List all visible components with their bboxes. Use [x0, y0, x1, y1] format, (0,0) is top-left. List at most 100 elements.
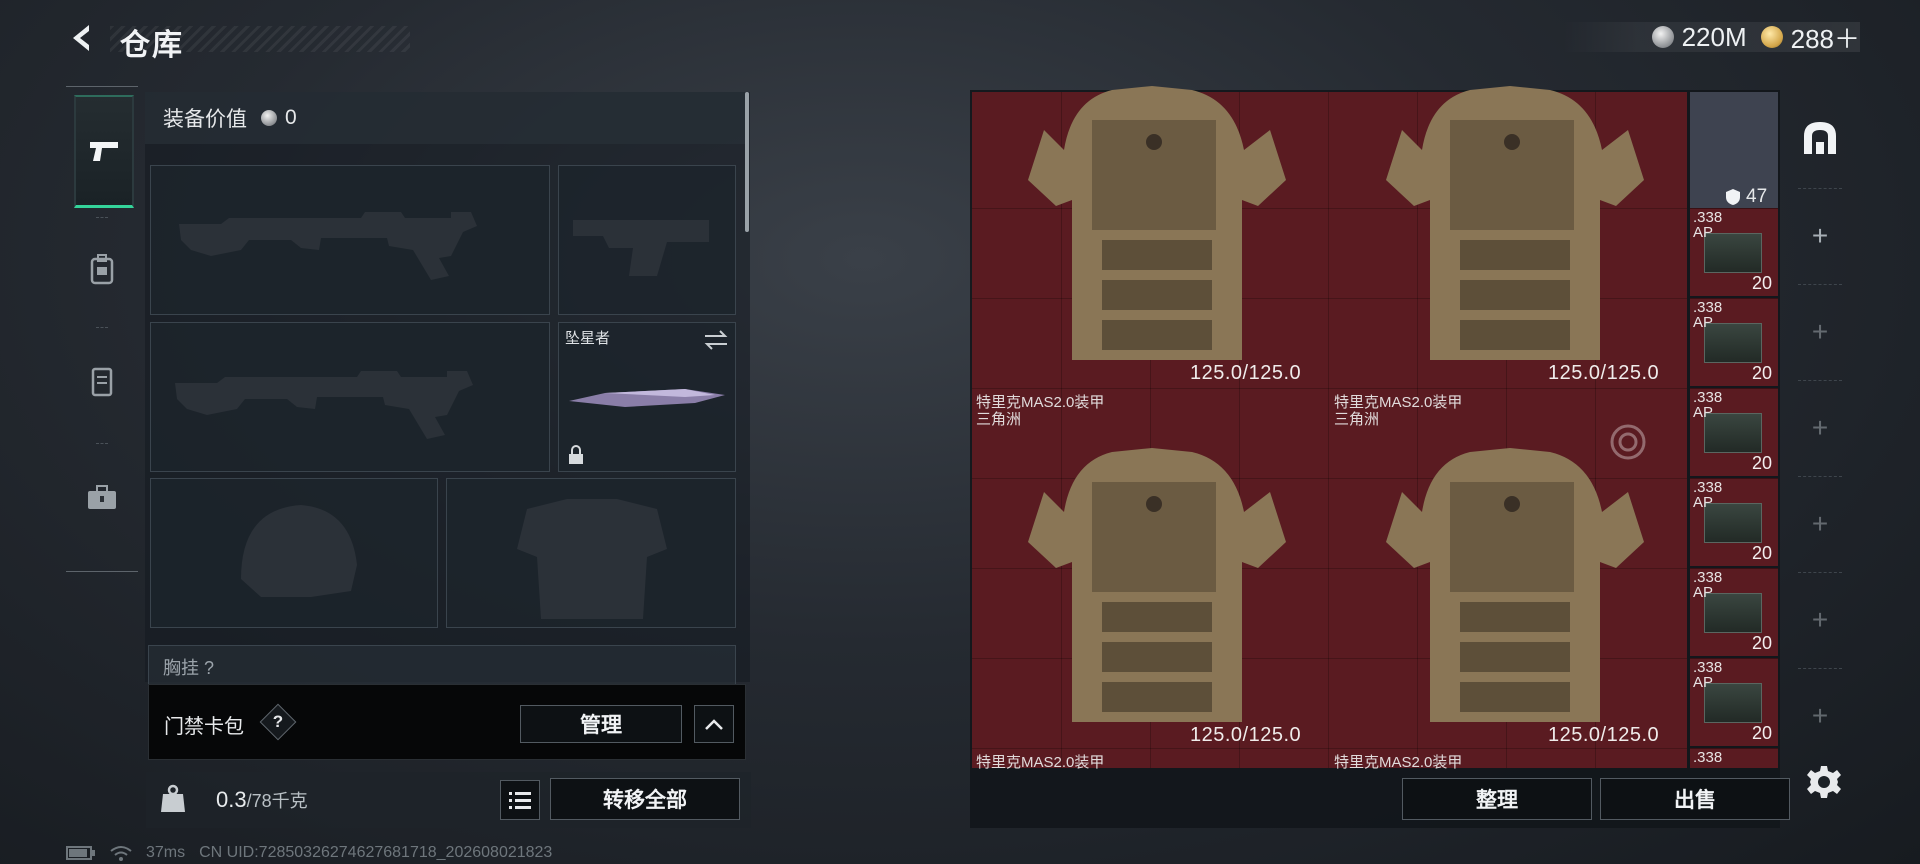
- currency-gold-value: 288＋: [1790, 23, 1860, 54]
- primary-weapon-slot-2[interactable]: [150, 322, 550, 472]
- armor-durability: 125.0/125.0: [1548, 362, 1660, 384]
- ammo-item[interactable]: .338 AP 20: [1690, 388, 1778, 476]
- chevron-up-icon: [705, 719, 723, 730]
- chest-rig-slot[interactable]: 胸挂 ?: [148, 645, 736, 685]
- rifle-silhouette-icon: [175, 371, 473, 439]
- ammo-item[interactable]: .338 AP 20: [1690, 658, 1778, 746]
- sell-button[interactable]: 出售: [1600, 778, 1790, 820]
- silver-coin-icon: [261, 110, 277, 126]
- sort-button[interactable]: 整理: [1402, 778, 1592, 820]
- currency-gold[interactable]: 288＋: [1760, 19, 1860, 56]
- equipment-value: 0: [285, 106, 297, 129]
- backpack-icon: [90, 254, 114, 285]
- add-storage-button[interactable]: +: [1802, 506, 1838, 542]
- add-storage-button[interactable]: +: [1802, 410, 1838, 446]
- armor-item[interactable]: [1330, 30, 1690, 390]
- vest-icon: [91, 367, 113, 397]
- vest-silhouette-icon: [517, 499, 667, 619]
- gold-coin-icon: [1760, 26, 1783, 48]
- rifle-silhouette-icon: [179, 212, 477, 280]
- sidearm-slot[interactable]: [558, 165, 736, 315]
- swap-icon[interactable]: [703, 329, 729, 351]
- ammo-name: .338 AP: [1693, 479, 1723, 511]
- add-storage-button[interactable]: +: [1802, 218, 1838, 254]
- ammo-count: 20: [1751, 363, 1772, 383]
- gear-icon[interactable]: [1806, 764, 1842, 800]
- storage-arch-icon[interactable]: [1800, 118, 1840, 158]
- knife-icon: [569, 389, 725, 407]
- weight-current: 0.3: [216, 787, 247, 812]
- ping-value: 37ms: [146, 844, 186, 861]
- target-marker-icon: [1610, 424, 1646, 460]
- armor-item[interactable]: [972, 392, 1332, 752]
- body-armor-icon: [1028, 86, 1286, 360]
- armor-title: 特里克MAS2.0装甲: [976, 394, 1105, 411]
- ammo-item[interactable]: .338 AP 20: [1690, 478, 1778, 566]
- add-storage-button[interactable]: +: [1802, 314, 1838, 350]
- battery-icon: [66, 846, 95, 860]
- helmet-slot[interactable]: [150, 478, 438, 628]
- add-storage-button[interactable]: +: [1802, 602, 1838, 638]
- wifi-icon: [110, 846, 132, 861]
- equipment-value-header: 装备价值 0: [145, 92, 745, 144]
- tab-weapons[interactable]: [74, 95, 134, 208]
- melee-slot[interactable]: 坠星者: [558, 322, 736, 472]
- storage-sidebar: + + + + + +: [1790, 92, 1850, 768]
- armor-durability: 125.0/125.0: [1548, 724, 1660, 746]
- ammo-name: .338 AP: [1693, 389, 1723, 421]
- ammo-count: 20: [1751, 453, 1772, 473]
- expand-button[interactable]: [694, 705, 734, 743]
- body-armor-icon: [1386, 86, 1644, 360]
- sidebar-divider: [1798, 476, 1842, 477]
- equipment-value-label: 装备价值: [163, 108, 247, 131]
- armor-subtitle: 三角洲: [1334, 411, 1380, 428]
- ammo-name: .338 AP: [1693, 659, 1723, 691]
- weight-value: 0.3/78千克: [216, 787, 308, 813]
- list-view-button[interactable]: [500, 780, 540, 820]
- sidebar-divider: [1798, 188, 1842, 189]
- armor-item[interactable]: [972, 30, 1332, 390]
- equipment-scrollbar[interactable]: [745, 92, 749, 232]
- ammo-item[interactable]: .338: [1690, 748, 1778, 768]
- ammo-name: .338 AP: [1693, 209, 1723, 241]
- weight-max: /78千克: [246, 791, 308, 811]
- helmet-silhouette-icon: [241, 505, 357, 597]
- body-armor-icon: [1028, 448, 1286, 722]
- primary-weapon-slot-1[interactable]: [150, 165, 550, 315]
- ammo-name: .338 AP: [1693, 569, 1723, 601]
- armor-subtitle: 三角洲: [976, 411, 1022, 428]
- pistol-icon: [90, 142, 118, 161]
- armor-name: 特里克MAS2.0装甲: [1334, 754, 1463, 771]
- currency-silver-value: 220M: [1681, 21, 1747, 52]
- page-title: 仓库: [120, 29, 184, 62]
- ammo-name: .338 AP: [1693, 299, 1723, 331]
- tab-rig[interactable]: [74, 327, 130, 435]
- armor-durability: 125.0/125.0: [1190, 724, 1302, 746]
- armor-name: 特里克MAS2.0装甲: [976, 754, 1105, 771]
- armor-name: 特里克MAS2.0装甲 三角洲: [976, 394, 1104, 428]
- body-armor-slot[interactable]: [446, 478, 736, 628]
- tab-supplies[interactable]: [74, 443, 130, 551]
- shield-icon: [1726, 189, 1740, 205]
- manage-button[interactable]: 管理: [520, 705, 682, 743]
- list-icon: [509, 792, 531, 809]
- tab-gear[interactable]: [74, 215, 130, 323]
- sidebar-divider: [1798, 668, 1842, 669]
- ammo-name: .338: [1693, 749, 1723, 766]
- ammo-count: 20: [1751, 543, 1772, 563]
- transfer-all-button[interactable]: 转移全部: [550, 778, 740, 820]
- ammo-count: 20: [1751, 273, 1772, 293]
- armor-durability-badge: 47: [1725, 186, 1767, 208]
- ammo-item[interactable]: .338 AP 20: [1690, 208, 1778, 296]
- back-button[interactable]: [62, 18, 102, 58]
- ammo-count: 20: [1751, 633, 1772, 653]
- add-storage-button[interactable]: +: [1802, 698, 1838, 734]
- ammo-item[interactable]: .338 AP 20: [1690, 298, 1778, 386]
- briefcase-icon: [88, 485, 116, 509]
- lock-icon: [569, 445, 583, 464]
- keycard-label: 门禁卡包: [164, 716, 244, 738]
- ammo-item[interactable]: .338 AP 20: [1690, 568, 1778, 656]
- user-uid: CN UID:7285032627462768171​8_20260802182…: [199, 844, 553, 861]
- sidebar-divider: [1798, 572, 1842, 573]
- armor-title: 特里克MAS2.0装甲: [1334, 394, 1463, 411]
